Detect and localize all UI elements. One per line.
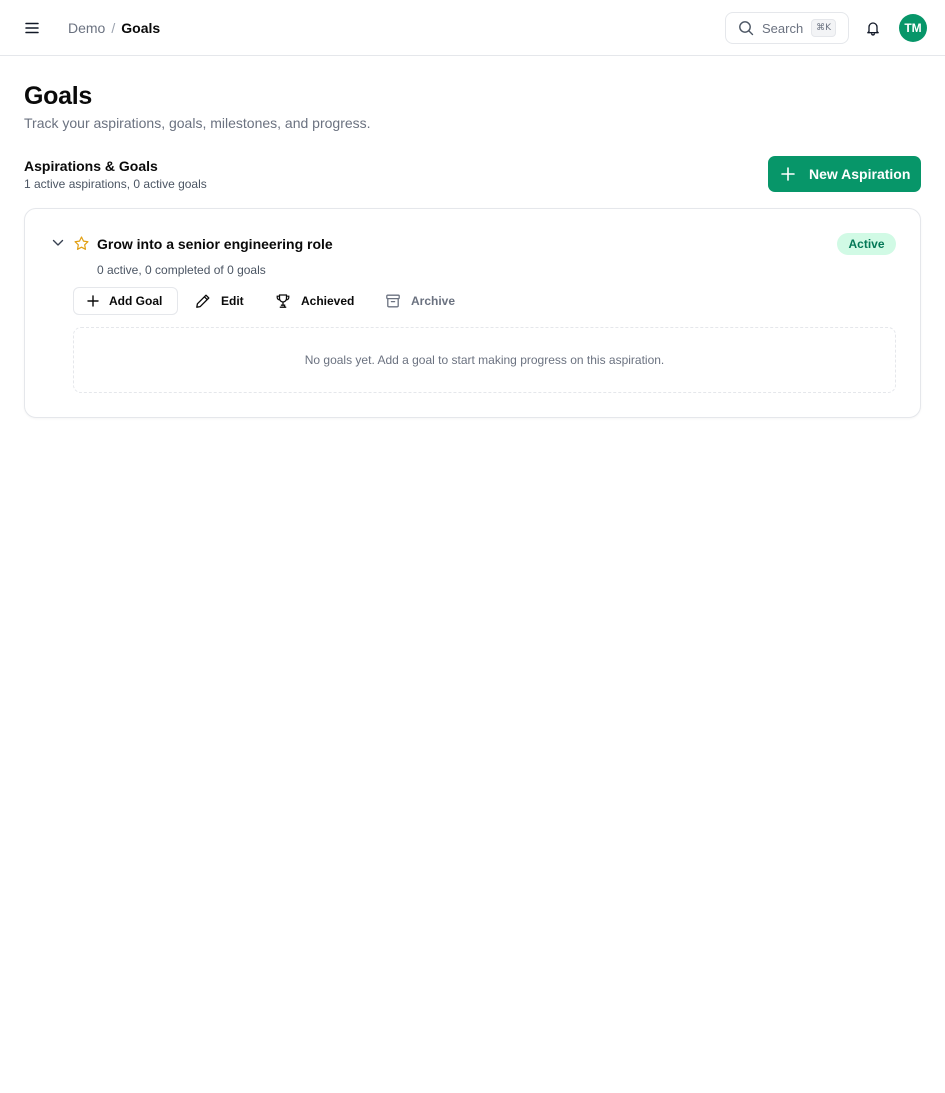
search-button[interactable]: Search ⌘K xyxy=(725,12,849,44)
status-badge: Active xyxy=(837,233,896,255)
aspiration-title[interactable]: Grow into a senior engineering role xyxy=(97,235,333,253)
breadcrumb-separator: / xyxy=(111,20,116,36)
section-title: Aspirations & Goals xyxy=(24,158,158,174)
edit-label: Edit xyxy=(221,294,244,308)
aspiration-card: Grow into a senior engineering role Acti… xyxy=(24,208,921,418)
archive-button[interactable]: Archive xyxy=(385,287,455,315)
star-icon[interactable] xyxy=(72,234,90,252)
new-aspiration-label: New Aspiration xyxy=(809,166,911,182)
empty-goals-message: No goals yet. Add a goal to start making… xyxy=(304,353,665,367)
add-goal-label: Add Goal xyxy=(109,294,163,308)
search-shortcut: ⌘K xyxy=(811,19,836,37)
aspiration-summary: 0 active, 0 completed of 0 goals xyxy=(97,263,266,277)
breadcrumb-demo[interactable]: Demo xyxy=(68,18,105,38)
avatar[interactable]: TM xyxy=(899,14,927,42)
plus-icon xyxy=(87,295,99,307)
edit-button[interactable]: Edit xyxy=(195,287,244,315)
trophy-icon xyxy=(276,294,290,308)
empty-goals-state: No goals yet. Add a goal to start making… xyxy=(73,327,896,393)
achieved-label: Achieved xyxy=(301,294,355,308)
menu-icon[interactable] xyxy=(20,16,44,40)
search-icon xyxy=(739,21,754,36)
breadcrumb: Demo / Goals xyxy=(68,18,160,38)
breadcrumb-current: Goals xyxy=(121,20,161,36)
search-label: Search xyxy=(762,20,804,36)
pencil-icon xyxy=(196,294,210,308)
page-subtitle: Track your aspirations, goals, milestone… xyxy=(24,115,371,131)
top-bar: Demo / Goals Search ⌘K TM xyxy=(0,0,945,56)
chevron-down-icon[interactable] xyxy=(51,236,65,250)
archive-label: Archive xyxy=(411,294,456,308)
archive-icon xyxy=(386,294,400,308)
new-aspiration-button[interactable]: New Aspiration xyxy=(768,156,921,192)
achieved-button[interactable]: Achieved xyxy=(275,287,354,315)
bell-icon[interactable] xyxy=(861,16,885,40)
plus-icon xyxy=(781,167,795,181)
section-summary: 1 active aspirations, 0 active goals xyxy=(24,177,207,191)
add-goal-button[interactable]: Add Goal xyxy=(73,287,178,315)
page-title: Goals xyxy=(24,82,92,110)
